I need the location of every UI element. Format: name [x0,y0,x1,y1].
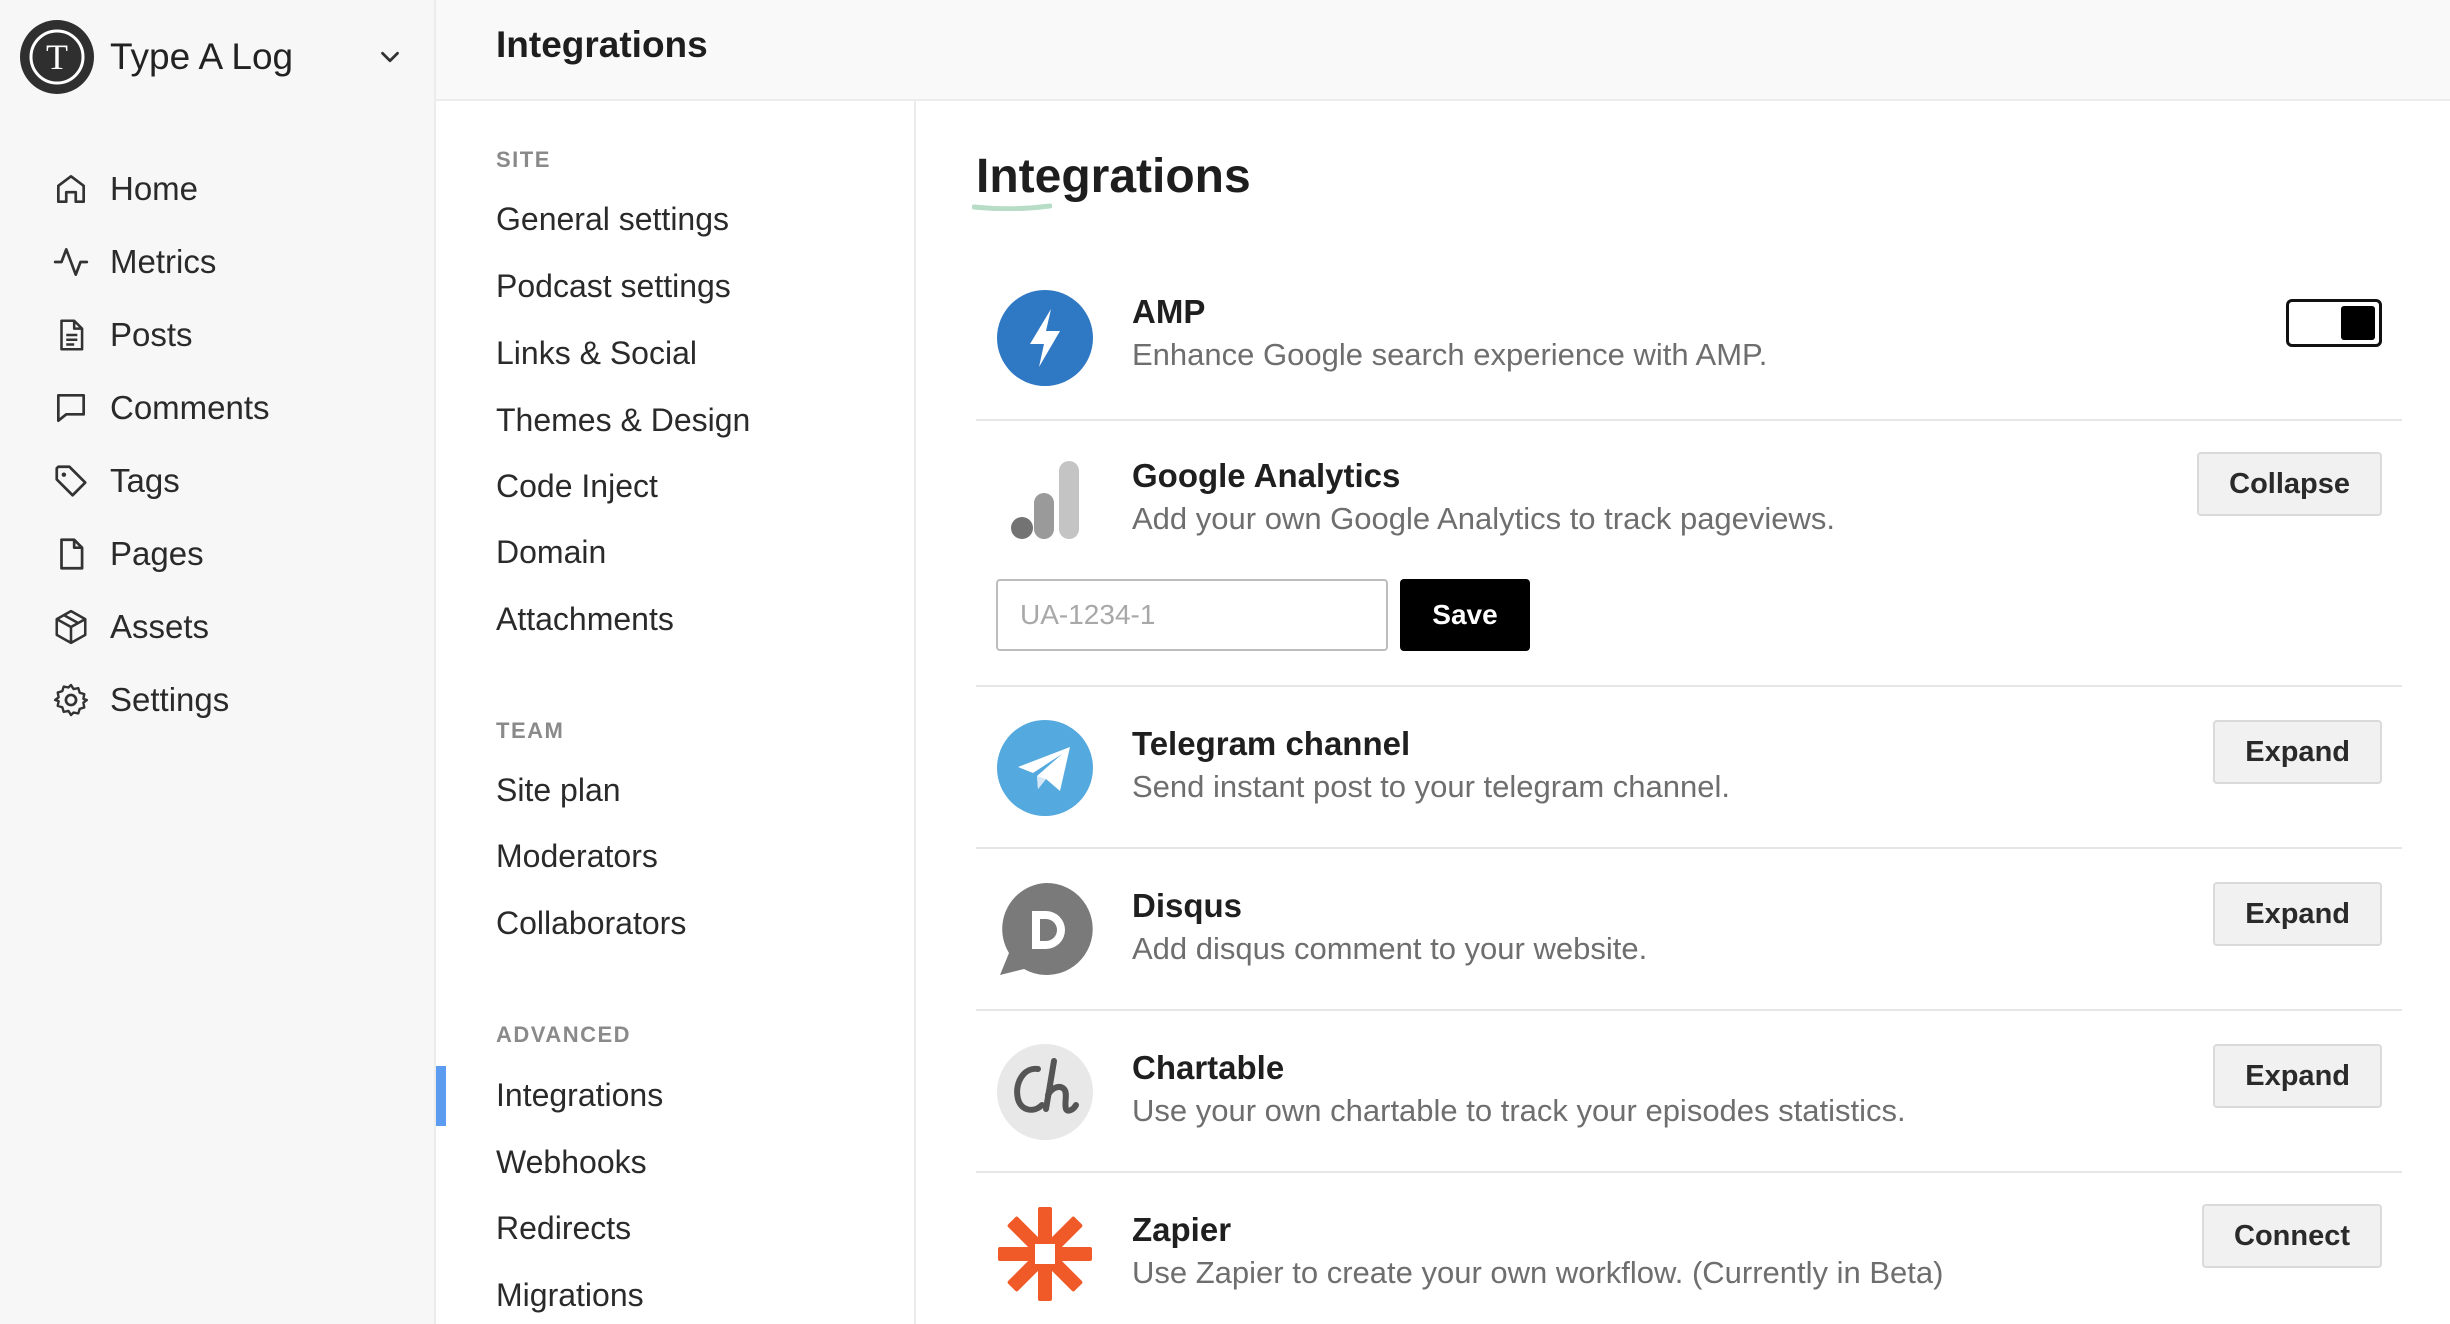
sidebar-item-posts[interactable]: Posts [52,298,270,371]
sidebar-item-label: Assets [110,607,210,645]
sidebar-item-label: Pages [110,534,204,572]
sidebar-item-home[interactable]: Home [52,152,270,225]
active-indicator [436,1066,446,1126]
title-underline [972,203,1052,211]
sidebar: T Type A Log Home Metrics Posts Comments… [0,0,436,1324]
site-logo-icon: T [20,20,94,94]
integration-row-disqus: Disqus Add disqus comment to your websit… [976,849,2402,1011]
integration-description: Enhance Google search experience with AM… [1132,337,1768,372]
integration-description: Use your own chartable to track your epi… [1132,1093,1906,1128]
subnav-item-webhooks[interactable]: Webhooks [496,1144,647,1181]
activity-icon [53,247,89,276]
collapse-button[interactable]: Collapse [2197,452,2382,516]
subnav-item-podcast-settings[interactable]: Podcast settings [496,268,731,305]
subnav-item-moderators[interactable]: Moderators [496,838,658,875]
box-icon [55,609,87,644]
subnav-item-redirects[interactable]: Redirects [496,1210,631,1247]
sidebar-item-label: Metrics [110,242,217,280]
sidebar-item-label: Comments [110,388,270,426]
zapier-icon [996,1205,1094,1303]
toggle-knob [2341,306,2375,340]
sidebar-item-label: Tags [110,461,180,499]
integration-description: Add your own Google Analytics to track p… [1132,501,1836,536]
integration-description: Send instant post to your telegram chann… [1132,769,1730,804]
section-title-site: SITE [496,147,551,172]
telegram-icon [996,719,1094,817]
subnav-item-themes-design[interactable]: Themes & Design [496,402,750,439]
save-button[interactable]: Save [1400,579,1530,651]
integration-name: Google Analytics [1132,457,1401,494]
gear-icon [53,683,89,716]
integration-description: Add disqus comment to your website. [1132,931,1648,966]
subnav-item-integrations[interactable]: Integrations [496,1077,663,1114]
main-nav: Home Metrics Posts Comments Tags Pages A… [52,152,270,736]
subnav-item-collaborators[interactable]: Collaborators [496,905,686,942]
integration-name: Zapier [1132,1211,1232,1248]
subnav-item-general-settings[interactable]: General settings [496,201,729,238]
svg-text:T: T [46,37,68,77]
chartable-icon [996,1043,1094,1141]
expand-button[interactable]: Expand [2213,1044,2382,1108]
page-title: Integrations [976,150,1251,203]
amp-toggle[interactable] [2286,299,2382,347]
sidebar-item-settings[interactable]: Settings [52,663,270,736]
chevron-down-icon[interactable] [375,42,405,72]
main-content: Integrations AMP Enhance Google search e… [916,101,2450,1324]
site-name: Type A Log [110,36,294,77]
sidebar-item-metrics[interactable]: Metrics [52,225,270,298]
sidebar-item-assets[interactable]: Assets [52,590,270,663]
section-title-team: TEAM [496,718,565,743]
comment-icon [56,393,86,422]
home-icon [56,174,86,203]
tracking-id-input[interactable] [996,579,1388,651]
topbar: Integrations [436,0,2450,101]
expand-button[interactable]: Expand [2213,720,2382,784]
amp-lightning-icon [996,289,1094,387]
integration-description: Use Zapier to create your own workflow. … [1132,1255,1944,1290]
integration-name: Disqus [1132,887,1243,924]
subnav-item-attachments[interactable]: Attachments [496,601,674,638]
subnav-item-site-plan[interactable]: Site plan [496,772,621,809]
document-icon [60,318,84,351]
sidebar-item-comments[interactable]: Comments [52,371,270,444]
integration-row-zapier: Zapier Use Zapier to create your own wor… [976,1173,2402,1323]
subnav-item-domain[interactable]: Domain [496,534,606,571]
integration-name: AMP [1132,293,1206,330]
settings-subnav: SITE General settings Podcast settings L… [436,101,916,1324]
integration-row-google-analytics: Google Analytics Add your own Google Ana… [976,421,2402,687]
tag-icon [55,464,87,497]
disqus-icon [996,881,1094,979]
sidebar-item-pages[interactable]: Pages [52,517,270,590]
integration-row-amp: AMP Enhance Google search experience wit… [976,269,2402,421]
analytics-bars-icon [996,451,1094,549]
site-switcher[interactable]: T Type A Log [20,20,415,94]
section-title-advanced: ADVANCED [496,1022,632,1047]
integration-name: Chartable [1132,1049,1285,1086]
subnav-item-code-inject[interactable]: Code Inject [496,468,658,505]
connect-button[interactable]: Connect [2202,1204,2382,1268]
integration-row-chartable: Chartable Use your own chartable to trac… [976,1011,2402,1173]
page-icon [60,537,84,570]
sidebar-item-label: Home [110,169,199,207]
expand-button[interactable]: Expand [2213,882,2382,946]
integration-name: Telegram channel [1132,725,1411,762]
sidebar-item-label: Posts [110,315,193,353]
sidebar-item-tags[interactable]: Tags [52,444,270,517]
subnav-item-migrations[interactable]: Migrations [496,1277,644,1314]
integration-row-telegram: Telegram channel Send instant post to yo… [976,687,2402,849]
sidebar-item-label: Settings [110,680,230,718]
subnav-item-links-social[interactable]: Links & Social [496,335,697,372]
topbar-title: Integrations [496,24,708,65]
